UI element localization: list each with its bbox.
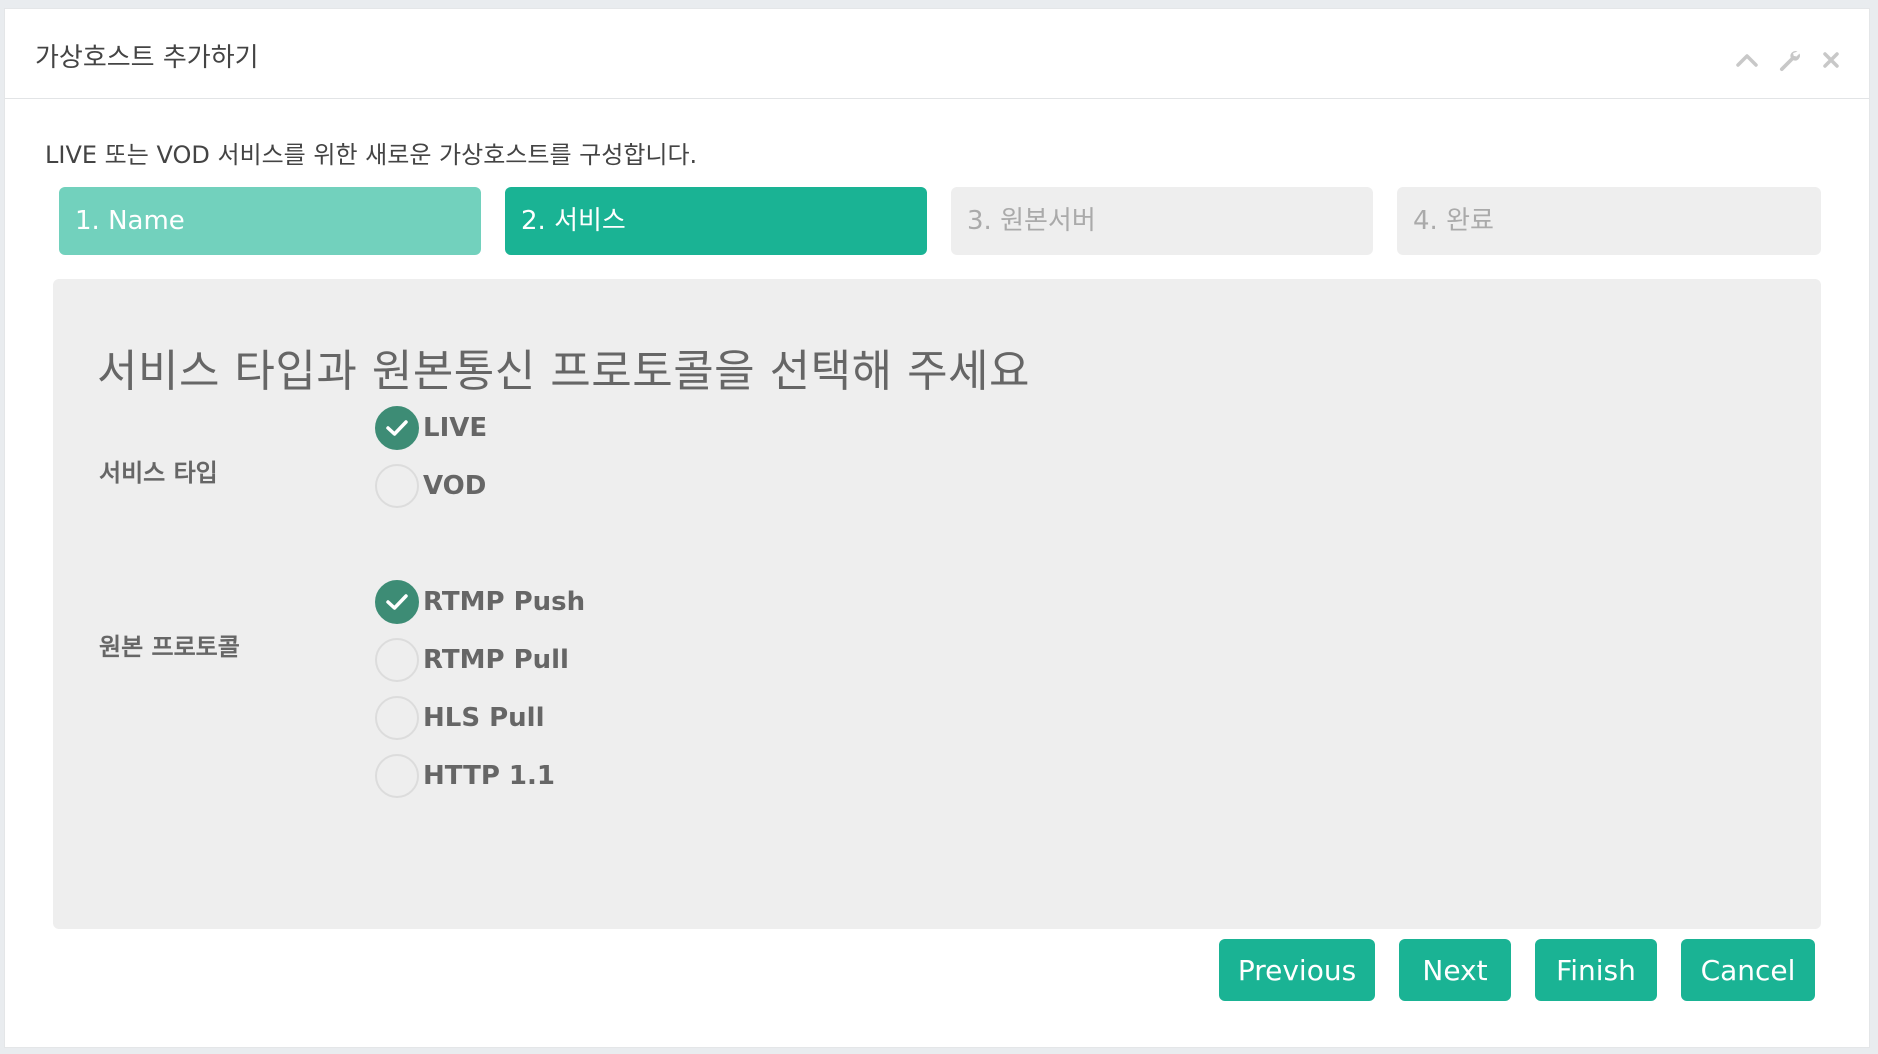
radio-label: HLS Pull bbox=[423, 703, 545, 733]
radio-label: LIVE bbox=[423, 413, 488, 443]
radio-http-1-1[interactable]: HTTP 1.1 bbox=[375, 753, 555, 799]
cancel-button[interactable]: Cancel bbox=[1681, 939, 1815, 1001]
chevron-up-icon[interactable] bbox=[1735, 48, 1759, 72]
radio-label: RTMP Push bbox=[423, 587, 586, 617]
step-content: 서비스 타입과 원본통신 프로토콜을 선택해 주세요 서비스 타입 LIVE V… bbox=[53, 279, 1821, 929]
radio-checked-icon bbox=[375, 406, 419, 450]
radio-checked-icon bbox=[375, 580, 419, 624]
close-icon[interactable] bbox=[1819, 48, 1843, 72]
wrench-icon[interactable] bbox=[1777, 48, 1801, 72]
step-name[interactable]: 1. Name bbox=[59, 187, 481, 255]
radio-label: HTTP 1.1 bbox=[423, 761, 555, 791]
radio-label: RTMP Pull bbox=[423, 645, 569, 675]
radio-rtmp-pull[interactable]: RTMP Pull bbox=[375, 637, 569, 683]
radio-unchecked-icon bbox=[375, 464, 419, 508]
radio-live[interactable]: LIVE bbox=[375, 405, 487, 451]
radio-vod[interactable]: VOD bbox=[375, 463, 486, 509]
dialog-header: 가상호스트 추가하기 bbox=[5, 9, 1869, 99]
finish-button[interactable]: Finish bbox=[1535, 939, 1657, 1001]
step-complete: 4. 완료 bbox=[1397, 187, 1821, 255]
origin-protocol-label: 원본 프로토콜 bbox=[99, 633, 240, 661]
add-virtual-host-dialog: 가상호스트 추가하기 LIVE 또는 VOD 서비스를 위한 새로운 가상호스트… bbox=[4, 8, 1870, 1048]
wizard-actions: Previous Next Finish Cancel bbox=[5, 939, 1869, 1003]
radio-unchecked-icon bbox=[375, 696, 419, 740]
section-title: 서비스 타입과 원본통신 프로토콜을 선택해 주세요 bbox=[97, 346, 1031, 397]
wizard-steps: 1. Name 2. 서비스 3. 원본서버 4. 완료 bbox=[59, 187, 1821, 255]
step-origin-server: 3. 원본서버 bbox=[951, 187, 1373, 255]
radio-unchecked-icon bbox=[375, 754, 419, 798]
radio-label: VOD bbox=[423, 471, 487, 501]
step-service[interactable]: 2. 서비스 bbox=[505, 187, 927, 255]
intro-text: LIVE 또는 VOD 서비스를 위한 새로운 가상호스트를 구성합니다. bbox=[45, 141, 698, 169]
previous-button[interactable]: Previous bbox=[1219, 939, 1375, 1001]
radio-unchecked-icon bbox=[375, 638, 419, 682]
header-tools bbox=[1735, 45, 1843, 75]
dialog-title: 가상호스트 추가하기 bbox=[35, 43, 259, 73]
radio-rtmp-push[interactable]: RTMP Push bbox=[375, 579, 585, 625]
service-type-label: 서비스 타입 bbox=[99, 459, 218, 487]
next-button[interactable]: Next bbox=[1399, 939, 1511, 1001]
radio-hls-pull[interactable]: HLS Pull bbox=[375, 695, 545, 741]
